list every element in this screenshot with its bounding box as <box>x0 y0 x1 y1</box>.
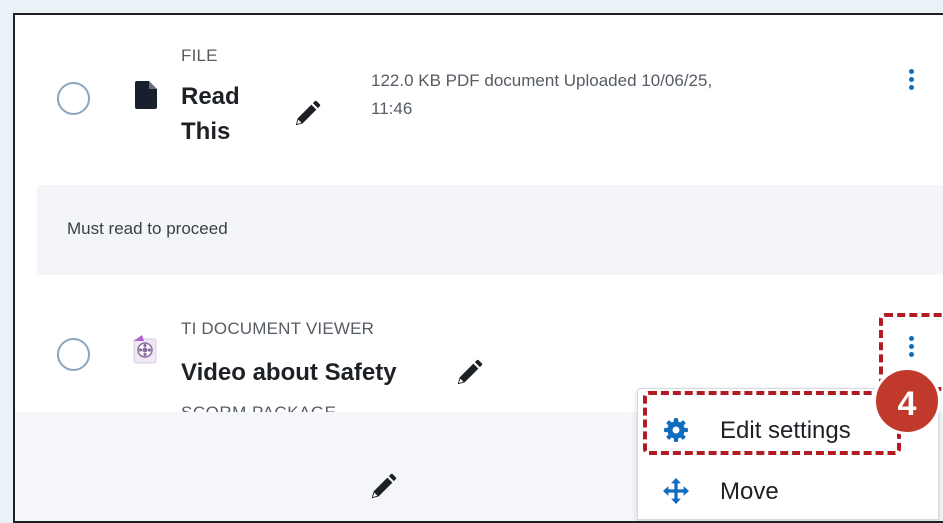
restriction-notice-text: Must read to proceed <box>67 219 228 238</box>
select-checkbox[interactable] <box>57 338 90 371</box>
file-details-line1: 122.0 KB PDF document Uploaded 10/06/25, <box>371 71 713 90</box>
file-details: 122.0 KB PDF document Uploaded 10/06/25,… <box>371 67 712 123</box>
file-details-line2: 11:46 <box>371 99 413 118</box>
menu-item-move[interactable]: Move <box>638 470 938 510</box>
step-number-badge: 4 <box>873 367 941 435</box>
edit-pencil-icon[interactable] <box>368 472 398 502</box>
activity-title[interactable]: Read This <box>181 79 240 149</box>
document-viewer-icon <box>133 335 157 364</box>
activity-type-label: FILE <box>181 46 218 65</box>
activity-title-line2: This <box>181 118 231 145</box>
activity-type-label: TI DOCUMENT VIEWER <box>181 319 375 338</box>
menu-item-label: Move <box>720 478 779 505</box>
edit-settings-highlight-box <box>643 391 901 455</box>
activity-title-line1: Read <box>181 83 240 110</box>
select-checkbox[interactable] <box>57 82 90 115</box>
course-content-panel: FILE Read This 122.0 KB PDF document Upl… <box>13 13 943 523</box>
activity-title[interactable]: Video about Safety <box>181 355 397 390</box>
file-icon <box>135 81 157 109</box>
actions-menu-icon[interactable] <box>909 69 915 93</box>
edit-pencil-icon[interactable] <box>454 358 484 388</box>
restriction-notice: Must read to proceed <box>37 185 943 275</box>
move-arrows-icon <box>663 478 689 504</box>
edit-pencil-icon[interactable] <box>292 99 322 129</box>
